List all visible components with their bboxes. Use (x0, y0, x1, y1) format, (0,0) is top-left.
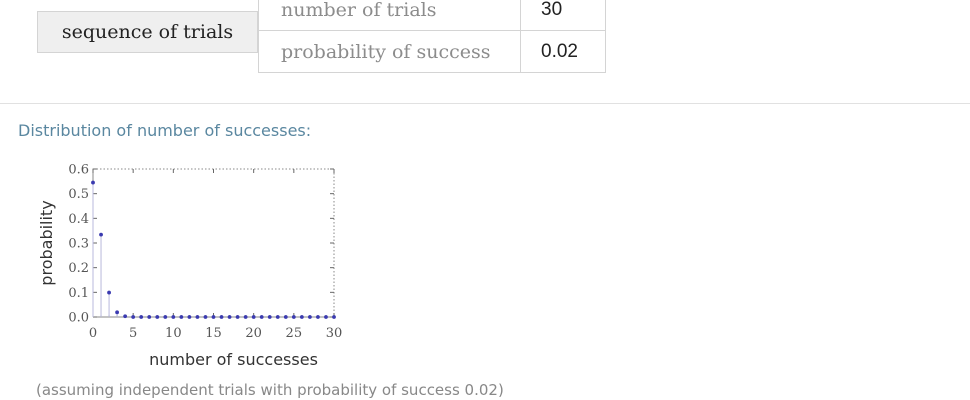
data-point (115, 310, 119, 315)
input-header-cell: sequence of trials (37, 11, 258, 53)
data-point (107, 290, 111, 295)
x-tick-label: 5 (129, 326, 137, 341)
input-header-label: sequence of trials (61, 21, 234, 43)
data-point (316, 315, 320, 319)
data-point (195, 315, 200, 319)
data-point (324, 315, 328, 319)
y-axis-title: probability (37, 200, 56, 285)
param-value: 30 (520, 0, 606, 31)
data-point (259, 315, 264, 319)
data-point (131, 315, 136, 319)
param-label: probability of success (258, 31, 520, 73)
x-tick-label: 25 (286, 326, 303, 341)
param-row-probability-of-success: probability of success 0.02 (258, 31, 606, 73)
data-point (332, 315, 336, 319)
data-point (291, 315, 296, 319)
data-point (123, 314, 128, 319)
y-tick-label: 0.2 (68, 261, 89, 276)
y-tick-label: 0.0 (68, 311, 89, 326)
data-point (155, 315, 160, 319)
data-point (308, 315, 312, 319)
x-tick-label: 20 (245, 326, 262, 341)
plot-frame (92, 168, 335, 318)
data-point (243, 315, 248, 319)
data-point (235, 315, 240, 319)
distribution-chart: 0.0 0.1 0.2 0.3 0.4 0.5 0.6 0 5 10 15 20 25 30 number … (37, 163, 343, 370)
x-tick-label: 30 (326, 326, 343, 341)
y-tick-label: 0.6 (68, 163, 89, 178)
y-tick-label: 0.5 (68, 187, 89, 202)
section-title: Distribution of number of successes: (18, 121, 312, 140)
data-point (99, 232, 103, 237)
data-point (163, 315, 168, 319)
x-tick-label: 0 (89, 326, 97, 341)
section-divider (0, 103, 970, 104)
y-tick-label: 0.3 (68, 237, 89, 252)
data-point (299, 315, 304, 319)
data-point (275, 315, 280, 319)
x-axis-title: number of successes (149, 350, 318, 369)
param-row-number-of-trials: number of trials 30 (258, 0, 606, 31)
y-tick-label: 0.1 (68, 286, 89, 301)
x-tick-label: 10 (165, 326, 182, 341)
data-point (219, 315, 224, 319)
data-point (203, 315, 208, 319)
assumption-footnote: (assuming independent trials with probab… (36, 381, 504, 399)
data-point (171, 315, 176, 319)
param-label: number of trials (258, 0, 520, 31)
data-point (91, 180, 95, 185)
data-point (147, 315, 152, 319)
data-point (251, 315, 256, 319)
data-point (283, 315, 288, 319)
data-point (139, 315, 144, 319)
data-point (211, 315, 216, 319)
data-point (267, 315, 272, 319)
data-point (179, 315, 184, 319)
param-value: 0.02 (520, 31, 606, 73)
data-point (227, 315, 232, 319)
x-tick-label: 15 (205, 326, 222, 341)
y-tick-label: 0.4 (68, 212, 89, 227)
data-point (187, 315, 192, 319)
